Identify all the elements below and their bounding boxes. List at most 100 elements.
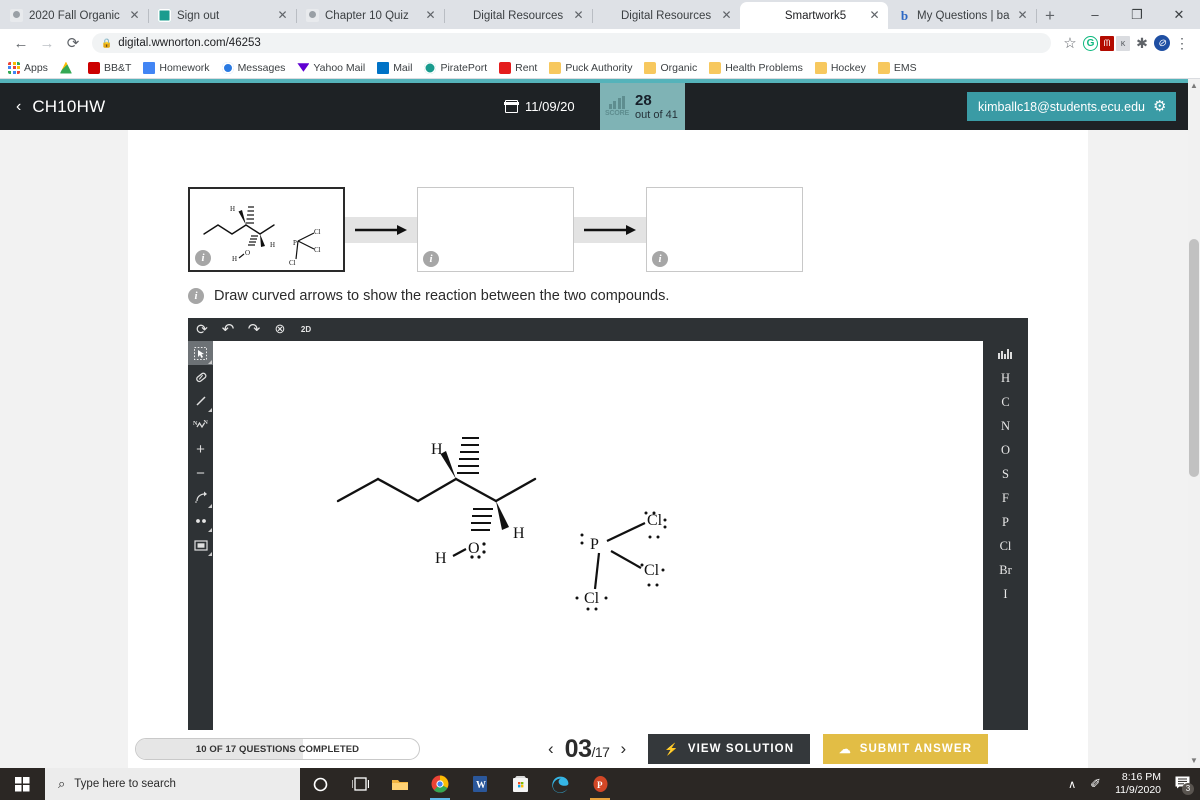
browser-tab-5-active[interactable]: Smartwork5 ✕ (740, 2, 888, 29)
bookmark-organic[interactable]: Organic (644, 61, 697, 74)
bookmark-homework[interactable]: Homework (143, 61, 210, 74)
drawing-canvas[interactable]: H H O H P Cl Cl Cl (213, 341, 983, 745)
decrease-charge-tool[interactable]: − (188, 461, 213, 485)
word-icon[interactable]: W (460, 768, 500, 800)
prev-question-button[interactable]: ‹ (548, 739, 554, 759)
microsoft-store-icon[interactable] (500, 768, 540, 800)
edge-icon[interactable] (540, 768, 580, 800)
page-scrollbar[interactable]: ▲ ▼ (1188, 79, 1200, 768)
gear-icon[interactable]: ⚙ (1153, 99, 1167, 114)
browser-tab-3[interactable]: Digital Resources for C ✕ (444, 2, 593, 29)
extensions-puzzle-icon[interactable]: ✱ (1132, 33, 1152, 53)
product-box-2[interactable]: i (646, 187, 803, 272)
increase-charge-tool[interactable]: + (188, 437, 213, 461)
info-icon[interactable]: i (195, 250, 211, 266)
chain-tool[interactable]: NN (188, 413, 213, 437)
task-view-icon[interactable] (340, 768, 380, 800)
element-H[interactable]: H (983, 366, 1028, 390)
select-tool[interactable] (188, 341, 213, 365)
close-tab-icon[interactable]: ✕ (423, 8, 438, 23)
bookmark-mail[interactable]: Mail (377, 61, 412, 74)
browser-tab-4[interactable]: Digital Resources for C ✕ (592, 2, 740, 29)
chrome-menu-icon[interactable]: ⋮ (1172, 33, 1192, 53)
browser-tab-1[interactable]: Sign out ✕ (148, 2, 297, 29)
tray-expand-icon[interactable]: ∧ (1068, 778, 1076, 791)
adobe-acrobat-extension-icon[interactable]: ᗰ (1100, 35, 1114, 51)
taskbar-search[interactable]: ⌕ Type here to search (45, 768, 300, 800)
bookmark-star-icon[interactable]: ☆ (1057, 30, 1083, 56)
generic-extension-icon[interactable]: ĸ (1116, 35, 1130, 51)
scroll-up-icon[interactable]: ▲ (1189, 81, 1199, 91)
next-question-button[interactable]: › (620, 739, 626, 759)
close-window-button[interactable]: ✕ (1158, 0, 1200, 29)
close-tab-icon[interactable]: ✕ (275, 8, 290, 23)
reactant-box[interactable]: H H O H P Cl Cl Cl i (188, 187, 345, 272)
back-to-assignments-icon[interactable]: ‹ (16, 98, 21, 115)
file-explorer-icon[interactable] (380, 768, 420, 800)
bookmark-ems[interactable]: EMS (877, 61, 917, 74)
bookmark-apps[interactable]: Apps (8, 61, 48, 74)
element-C[interactable]: C (983, 390, 1028, 414)
close-tab-icon[interactable]: ✕ (571, 8, 586, 23)
scroll-down-icon[interactable]: ▼ (1189, 756, 1199, 766)
powerpoint-icon[interactable]: P (580, 768, 620, 800)
browser-tab-2[interactable]: Chapter 10 Quiz ✕ (296, 2, 445, 29)
close-tab-icon[interactable]: ✕ (127, 8, 142, 23)
forward-button[interactable]: → (34, 30, 60, 56)
info-icon[interactable]: i (188, 288, 204, 304)
element-F[interactable]: F (983, 486, 1028, 510)
address-bar[interactable]: 🔒 digital.wwnorton.com/46253 (92, 33, 1051, 53)
zoom-reset-icon[interactable]: ⊗ (270, 320, 290, 339)
notifications-icon[interactable]: 3 (1175, 776, 1194, 795)
browser-profile-icon[interactable]: ⊘ (1154, 35, 1170, 51)
curved-arrow-tool[interactable] (188, 485, 213, 509)
bookmark-puck-authority[interactable]: Puck Authority (549, 61, 632, 74)
close-tab-icon[interactable]: ✕ (1015, 8, 1030, 23)
new-tab-button[interactable]: + (1036, 2, 1064, 29)
element-P[interactable]: P (983, 510, 1028, 534)
eraser-tool[interactable] (188, 365, 213, 389)
undo-icon[interactable]: ↶ (218, 320, 238, 339)
bookmark-messages[interactable]: Messages (221, 61, 285, 74)
bookmark-health-problems[interactable]: Health Problems (709, 61, 803, 74)
bookmark-pirateport[interactable]: PiratePort (424, 61, 487, 74)
bookmark-bbt[interactable]: BB&T (87, 61, 131, 74)
bond-tool[interactable] (188, 389, 213, 413)
grammarly-extension-icon[interactable]: G (1083, 35, 1098, 51)
periodic-table-icon[interactable] (983, 342, 1028, 366)
element-I[interactable]: I (983, 582, 1028, 606)
bookmark-drive[interactable] (59, 61, 76, 74)
browser-tab-0[interactable]: 2020 Fall Organic Che ✕ (0, 2, 149, 29)
reset-icon[interactable]: ⟳ (192, 320, 212, 339)
element-Br[interactable]: Br (983, 558, 1028, 582)
chrome-icon[interactable] (420, 768, 460, 800)
bookmark-yahoo-mail[interactable]: Yahoo Mail (297, 62, 365, 74)
maximize-button[interactable]: ❐ (1116, 0, 1158, 29)
cortana-icon[interactable] (300, 768, 340, 800)
close-tab-icon[interactable]: ✕ (719, 8, 734, 23)
element-Cl[interactable]: Cl (983, 534, 1028, 558)
submit-answer-button[interactable]: ☁ SUBMIT ANSWER (823, 734, 988, 764)
close-tab-icon[interactable]: ✕ (867, 8, 882, 23)
element-N[interactable]: N (983, 414, 1028, 438)
clock[interactable]: 8:16 PM 11/9/2020 (1115, 771, 1161, 797)
bookmark-rent[interactable]: Rent (499, 61, 537, 74)
lone-pair-tool[interactable] (188, 509, 213, 533)
clean-2d-icon[interactable]: 2D (296, 320, 316, 339)
info-icon[interactable]: i (652, 251, 668, 267)
element-S[interactable]: S (983, 462, 1028, 486)
account-button[interactable]: kimballc18@students.ecu.edu ⚙ (967, 92, 1176, 121)
pen-icon[interactable]: ✐ (1090, 776, 1101, 792)
template-tool[interactable] (188, 533, 213, 557)
redo-icon[interactable]: ↷ (244, 320, 264, 339)
scrollbar-thumb[interactable] (1189, 239, 1199, 477)
product-box-1[interactable]: i (417, 187, 574, 272)
view-solution-button[interactable]: ⚡ VIEW SOLUTION (648, 734, 811, 764)
bookmark-hockey[interactable]: Hockey (814, 61, 866, 74)
reload-button[interactable]: ⟳ (60, 30, 86, 56)
start-button[interactable] (0, 768, 45, 800)
back-button[interactable]: ← (8, 30, 34, 56)
minimize-button[interactable]: – (1074, 0, 1116, 29)
info-icon[interactable]: i (423, 251, 439, 267)
browser-tab-6[interactable]: b My Questions | bartleb ✕ (888, 2, 1037, 29)
